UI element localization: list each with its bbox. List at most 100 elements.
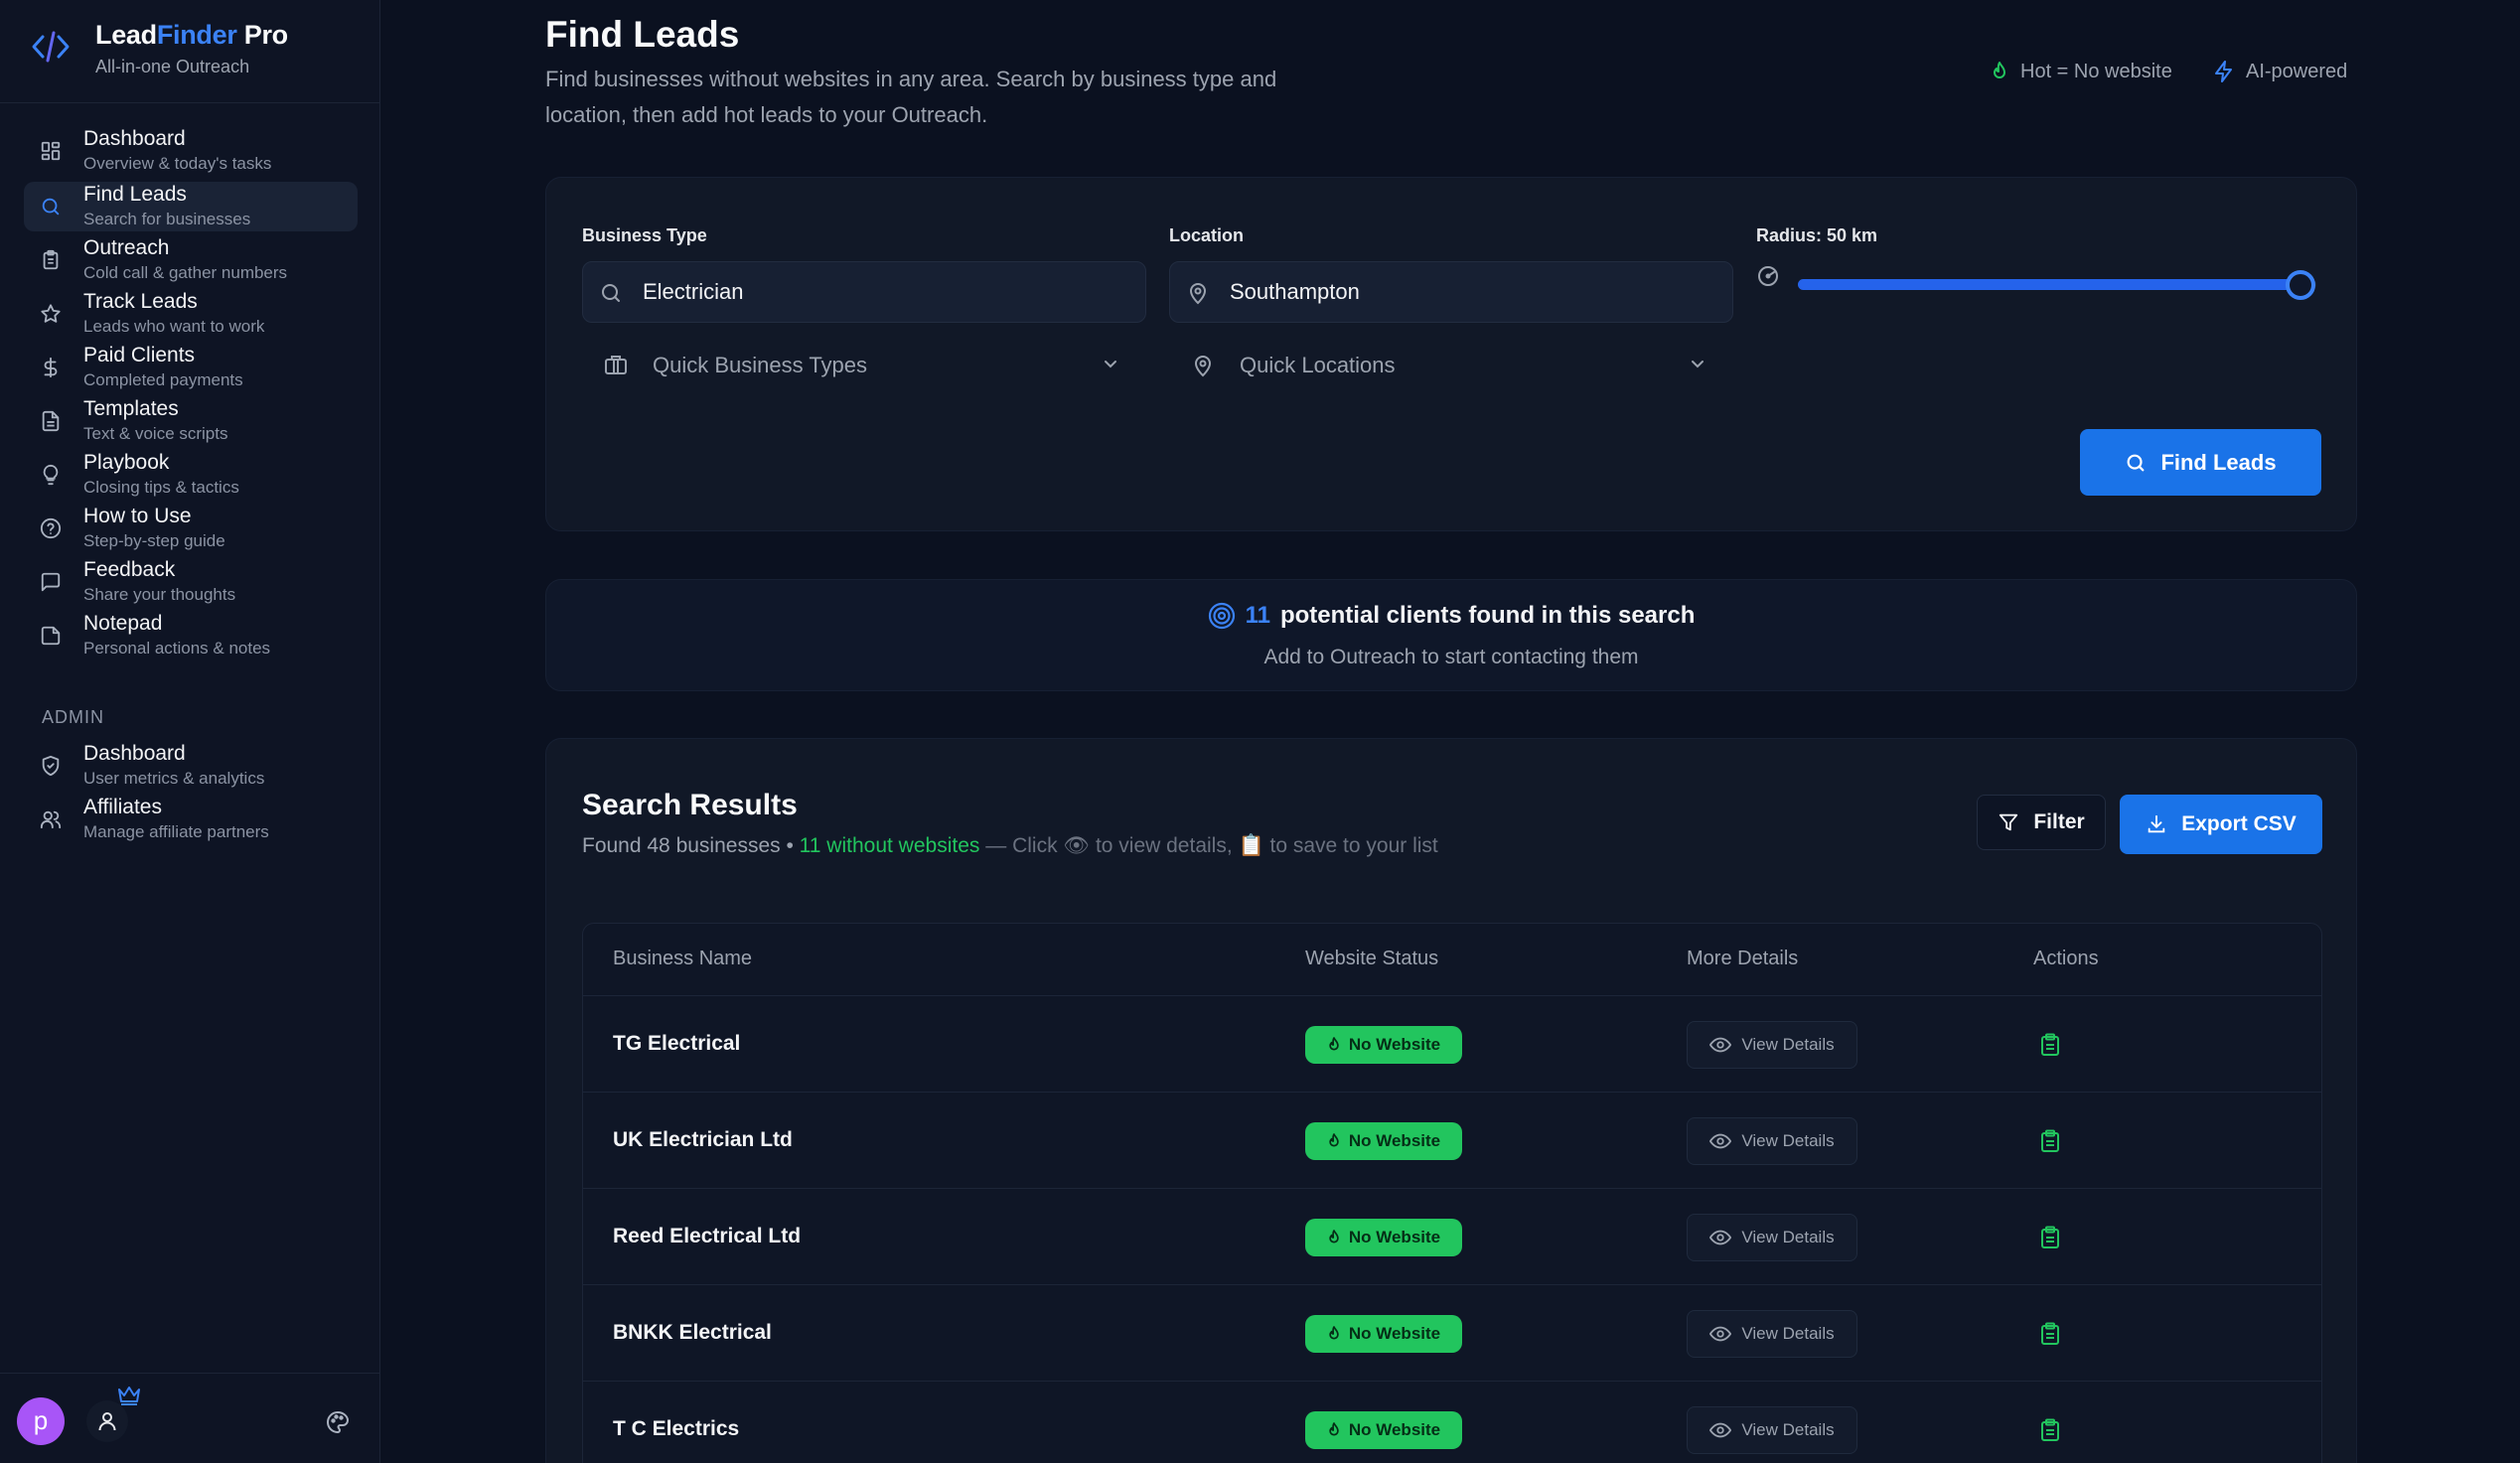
sidebar-item-label: Templates: [83, 397, 179, 420]
grid-icon: [41, 141, 61, 161]
results-summary-hint: — Click: [985, 834, 1058, 857]
lightning-icon: [2215, 61, 2232, 82]
save-to-list-icon[interactable]: [2040, 1322, 2060, 1346]
location-value: Southampton: [1230, 279, 1360, 304]
radius-label: Radius: 50 km: [1756, 225, 1878, 245]
download-icon: [2148, 814, 2165, 833]
status-badge-label: No Website: [1348, 1131, 1441, 1150]
business-type-label: Business Type: [582, 225, 707, 245]
sidebar-item-label: Paid Clients: [83, 344, 196, 366]
palette-icon[interactable]: [326, 1410, 350, 1434]
sidebar: LeadFinder Pro All-in-one Outreach Dashb…: [0, 0, 380, 1463]
brand-name-part: Lead: [95, 20, 157, 50]
sidebar-item-sub: Cold call & gather numbers: [83, 263, 288, 282]
quick-locations-label: Quick Locations: [1240, 353, 1396, 377]
results-count-text: potential clients found in this search: [1279, 602, 1696, 629]
sidebar-item-label: Dashboard: [83, 742, 186, 765]
table-row: T C Electrics No Website View Details: [583, 1382, 2321, 1463]
sidebar-item-track-leads[interactable]: Track Leads Leads who want to work: [24, 289, 358, 339]
sidebar-item-find-leads[interactable]: Find Leads Search for businesses: [24, 182, 358, 231]
sidebar-item-label: Find Leads: [83, 183, 187, 206]
sidebar-item-sub: Overview & today's tasks: [83, 154, 272, 173]
filter-button[interactable]: Filter: [1977, 795, 2106, 850]
sidebar-item-notepad[interactable]: Notepad Personal actions & notes: [24, 611, 358, 660]
sidebar-item-admin-dashboard[interactable]: Dashboard User metrics & analytics: [24, 741, 358, 791]
sidebar-item-dashboard[interactable]: Dashboard Overview & today's tasks: [24, 126, 358, 176]
sidebar-item-sub: Leads who want to work: [83, 317, 265, 336]
view-details-label: View Details: [1741, 1035, 1835, 1054]
view-details-label: View Details: [1741, 1420, 1835, 1439]
business-type-input[interactable]: Electrician: [582, 261, 1146, 323]
user-icon: [98, 1412, 116, 1431]
view-details-button[interactable]: View Details: [1687, 1406, 1857, 1454]
quick-locations-dropdown[interactable]: Quick Locations: [1169, 341, 1733, 390]
status-badge: No Website: [1305, 1122, 1462, 1160]
export-csv-button[interactable]: Export CSV: [2120, 795, 2322, 854]
save-to-list-icon[interactable]: [2040, 1418, 2060, 1442]
flame-icon: [1329, 1422, 1339, 1436]
profile-button[interactable]: [86, 1400, 128, 1442]
avatar[interactable]: p: [17, 1397, 65, 1445]
view-details-button[interactable]: View Details: [1687, 1117, 1857, 1165]
save-to-list-icon[interactable]: [2040, 1129, 2060, 1153]
sidebar-item-sub: Personal actions & notes: [83, 639, 271, 658]
results-summary: Found 48 businesses • 11 without website…: [582, 834, 1438, 858]
status-badge-label: No Website: [1348, 1035, 1441, 1054]
eye-icon: [1709, 1230, 1732, 1245]
brand-name[interactable]: LeadFinder Pro: [95, 20, 288, 51]
sidebar-item-paid-clients[interactable]: Paid Clients Completed payments: [24, 343, 358, 392]
quick-business-types-dropdown[interactable]: Quick Business Types: [582, 341, 1146, 390]
chevron-down-icon: [1692, 361, 1704, 368]
sidebar-item-affiliates[interactable]: Affiliates Manage affiliate partners: [24, 795, 358, 844]
sidebar-item-sub: Share your thoughts: [83, 585, 236, 604]
note-icon: [41, 626, 61, 646]
sidebar-item-templates[interactable]: Templates Text & voice scripts: [24, 396, 358, 446]
sidebar-item-playbook[interactable]: Playbook Closing tips & tactics: [24, 450, 358, 500]
sidebar-item-feedback[interactable]: Feedback Share your thoughts: [24, 557, 358, 607]
brand-name-part: Pro: [236, 20, 288, 50]
view-details-button[interactable]: View Details: [1687, 1310, 1857, 1358]
brand-tagline: All-in-one Outreach: [95, 57, 250, 76]
sidebar-item-label: Track Leads: [83, 290, 198, 313]
radius-slider[interactable]: [1798, 270, 2316, 300]
search-panel: Business Type Electrician Quick Business…: [545, 177, 2357, 531]
status-badge: No Website: [1305, 1411, 1462, 1449]
find-leads-button[interactable]: Find Leads: [2080, 429, 2321, 496]
save-to-list-icon[interactable]: [2040, 1033, 2060, 1057]
table-row: UK Electrician Ltd No Website View Detai…: [583, 1093, 2321, 1189]
flame-icon: [1994, 62, 2005, 78]
results-count-sub: Add to Outreach to start contacting them: [1263, 646, 1639, 668]
sidebar-item-label: Playbook: [83, 451, 170, 474]
ai-legend-label: AI-powered: [2246, 60, 2348, 82]
flame-icon: [1329, 1230, 1339, 1244]
users-icon: [40, 810, 62, 829]
radius-slider-thumb[interactable]: [2286, 270, 2315, 300]
shield-icon: [42, 755, 60, 777]
message-icon: [41, 572, 61, 592]
location-input[interactable]: Southampton: [1169, 261, 1733, 323]
status-badge-label: No Website: [1348, 1420, 1441, 1439]
table-header: Business Name Website Status More Detail…: [583, 924, 2321, 996]
dollar-icon: [44, 357, 58, 378]
results-summary-total: Found 48 businesses •: [582, 834, 794, 857]
clipboard-icon: [43, 249, 59, 270]
chevron-down-icon: [1105, 361, 1116, 368]
column-header-more-details: More Details: [1687, 948, 1799, 969]
sidebar-item-sub: Text & voice scripts: [83, 424, 228, 443]
sidebar-item-sub: Closing tips & tactics: [83, 478, 239, 497]
view-details-button[interactable]: View Details: [1687, 1021, 1857, 1069]
sidebar-item-how-to-use[interactable]: How to Use Step-by-step guide: [24, 504, 358, 553]
sidebar-item-sub: Completed payments: [83, 370, 243, 389]
view-details-button[interactable]: View Details: [1687, 1214, 1857, 1261]
sidebar-item-label: Affiliates: [83, 796, 162, 818]
radar-icon: [1758, 266, 1778, 286]
business-name: Reed Electrical Ltd: [613, 1225, 802, 1247]
table-row: BNKK Electrical No Website View Details: [583, 1285, 2321, 1382]
status-badge-label: No Website: [1348, 1324, 1441, 1343]
radius-slider-fill: [1798, 279, 2300, 290]
save-to-list-icon[interactable]: [2040, 1226, 2060, 1249]
eye-icon: [1709, 1037, 1732, 1053]
status-badge: No Website: [1305, 1315, 1462, 1353]
sidebar-item-outreach[interactable]: Outreach Cold call & gather numbers: [24, 235, 358, 285]
quick-business-types-label: Quick Business Types: [653, 353, 868, 377]
